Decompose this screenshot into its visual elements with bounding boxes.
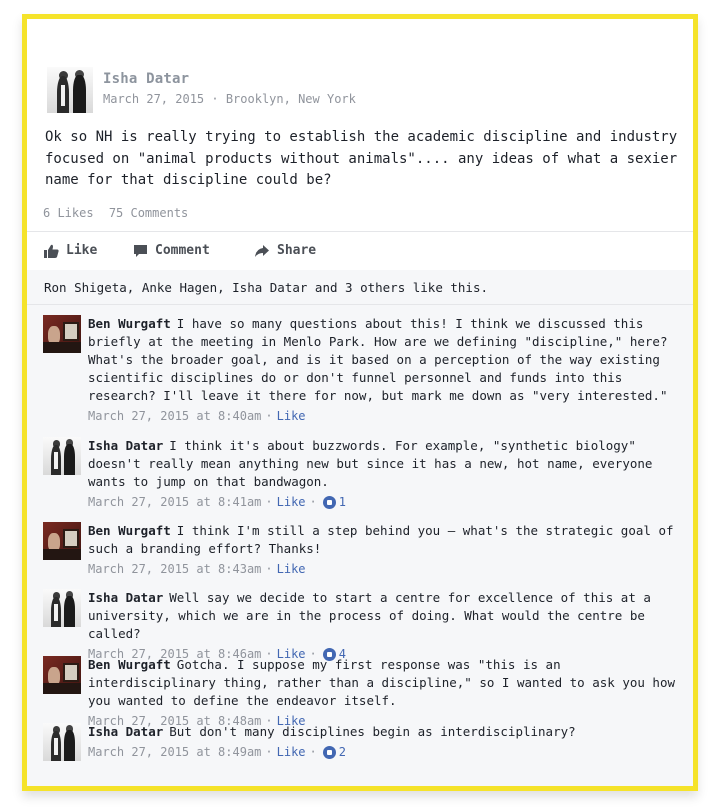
comment-author[interactable]: Isha Datar <box>88 590 163 605</box>
thumbs-up-icon <box>44 244 59 258</box>
like-reaction-icon <box>322 495 336 509</box>
likes-summary-text[interactable]: Ron Shigeta, Anke Hagen, Isha Datar and … <box>44 280 488 295</box>
comments-count[interactable]: 75 Comments <box>109 206 188 220</box>
comment-like-button[interactable]: Like <box>277 407 306 425</box>
reaction-count-value: 2 <box>338 745 346 759</box>
comment-text: But don't many disciplines begin as inte… <box>169 724 576 739</box>
comment-meta: March 27, 2015 at 8:41am · Like · 1 <box>88 493 346 511</box>
comment-like-button[interactable]: Like <box>277 560 306 578</box>
comment-meta: March 27, 2015 at 8:43am · Like <box>88 560 306 578</box>
reaction-count-value: 1 <box>338 495 346 509</box>
speech-bubble-icon <box>134 244 147 257</box>
comment-author[interactable]: Ben Wurgaft <box>88 316 171 331</box>
post-meta: March 27, 2015 · Brooklyn, New York <box>103 92 356 106</box>
avatar[interactable] <box>43 656 81 694</box>
comment-text: I think I'm still a step behind you – wh… <box>88 523 674 556</box>
share-arrow-icon <box>255 244 269 257</box>
comment-author[interactable]: Ben Wurgaft <box>88 523 171 538</box>
comment-text: Gotcha. I suppose my first response was … <box>88 657 675 708</box>
like-reaction-icon <box>322 745 336 759</box>
like-label: Like <box>66 243 98 258</box>
comment-meta: March 27, 2015 at 8:49am · Like · 2 <box>88 743 346 761</box>
avatar[interactable] <box>43 723 81 761</box>
comment-label: Comment <box>155 243 210 258</box>
post-header: Isha Datar March 27, 2015 · Brooklyn, Ne… <box>47 67 356 115</box>
comment-author[interactable]: Isha Datar <box>88 724 163 739</box>
comment-meta: March 27, 2015 at 8:40am · Like <box>88 407 306 425</box>
share-button[interactable]: Share <box>254 243 316 258</box>
comment-author[interactable]: Isha Datar <box>88 438 163 453</box>
post-text: Ok so NH is really trying to establish t… <box>45 129 678 188</box>
comment-timestamp[interactable]: March 27, 2015 at 8:49am <box>88 743 261 761</box>
post-counts: 6 Likes 75 Comments <box>43 206 196 220</box>
avatar[interactable] <box>47 67 93 113</box>
avatar[interactable] <box>43 522 81 560</box>
reaction-count[interactable]: 1 <box>322 493 346 511</box>
comments-list: Ben Wurgaft I have so many questions abou… <box>27 305 693 786</box>
likes-summary: Ron Shigeta, Anke Hagen, Isha Datar and … <box>27 270 693 305</box>
comment-like-button[interactable]: Like <box>277 743 306 761</box>
comment-timestamp[interactable]: March 27, 2015 at 8:40am <box>88 407 261 425</box>
comment-text: I think it's about buzzwords. For exampl… <box>88 438 653 489</box>
comment-text: I have so many questions about this! I t… <box>88 316 668 403</box>
post-author[interactable]: Isha Datar <box>103 71 503 87</box>
comment-button[interactable]: Comment <box>133 243 210 258</box>
like-button[interactable]: Like <box>44 243 97 258</box>
comment-timestamp[interactable]: March 27, 2015 at 8:43am <box>88 560 261 578</box>
comment-timestamp[interactable]: March 27, 2015 at 8:41am <box>88 493 261 511</box>
action-bar: Like Comment Share <box>27 231 693 271</box>
comment-text: Well say we decide to start a centre for… <box>88 590 651 641</box>
reaction-count[interactable]: 2 <box>322 743 346 761</box>
post-card: Isha Datar March 27, 2015 · Brooklyn, Ne… <box>22 14 698 791</box>
likes-count[interactable]: 6 Likes <box>43 206 94 220</box>
avatar[interactable] <box>43 589 81 627</box>
avatar[interactable] <box>43 315 81 353</box>
share-label: Share <box>277 243 317 258</box>
comment-author[interactable]: Ben Wurgaft <box>88 657 171 672</box>
comment-like-button[interactable]: Like <box>277 493 306 511</box>
avatar[interactable] <box>43 437 81 475</box>
